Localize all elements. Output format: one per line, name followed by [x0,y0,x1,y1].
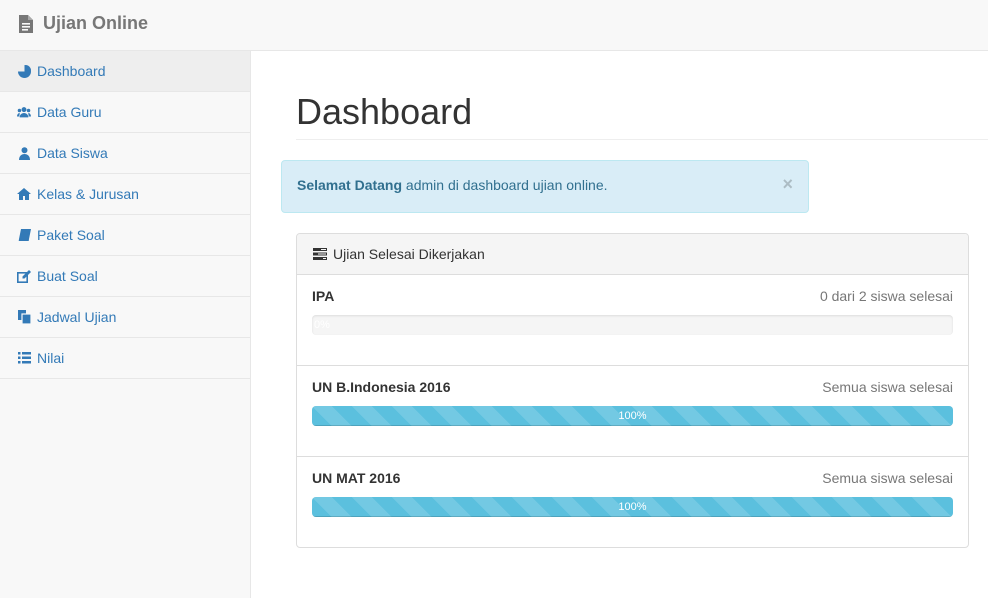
navbar: Ujian Online [0,0,988,51]
exam-status: 0 dari 2 siswa selesai [819,288,953,304]
list-item: UN MAT 2016 Semua siswa selesai 100% [297,457,968,547]
sidebar-item-label: Nilai [37,350,65,366]
page-title: Dashboard [296,91,473,132]
exam-completion-panel: Ujian Selesai Dikerjakan IPA 0 dari 2 si… [296,233,969,548]
sidebar-item-label: Dashboard [37,63,106,79]
users-icon [17,105,31,119]
list-item: UN B.Indonesia 2016 Semua siswa selesai … [297,366,968,457]
alert-text: admin di dashboard ujian online. [402,177,608,193]
exam-name: UN B.Indonesia 2016 [312,379,451,395]
panel-title: Ujian Selesai Dikerjakan [333,246,485,262]
exam-status: Semua siswa selesai [822,470,953,486]
exam-name: IPA [312,288,335,304]
welcome-alert: Selamat Datang admin di dashboard ujian … [281,160,809,213]
edit-icon [17,269,31,283]
home-icon [17,187,31,201]
sidebar-item-buat-soal[interactable]: Buat Soal [0,256,250,297]
tasks-icon [313,248,327,260]
copy-icon [17,310,31,324]
progress-fill: 100% [312,406,953,426]
sidebar-item-kelas-jurusan[interactable]: Kelas & Jurusan [0,174,250,215]
sidebar-item-label: Data Siswa [37,145,108,161]
sidebar: Dashboard Data Guru Data Siswa Kelas & J… [0,51,251,598]
sidebar-item-label: Buat Soal [37,268,98,284]
sidebar-item-label: Kelas & Jurusan [37,186,139,202]
sidebar-item-label: Data Guru [37,104,102,120]
exam-name: UN MAT 2016 [312,470,401,486]
sidebar-item-nilai[interactable]: Nilai [0,338,250,379]
list-item: IPA 0 dari 2 siswa selesai 0% [297,275,968,366]
sidebar-item-data-siswa[interactable]: Data Siswa [0,133,250,174]
panel-heading: Ujian Selesai Dikerjakan [297,234,968,275]
sidebar-item-paket-soal[interactable]: Paket Soal [0,215,250,256]
file-icon [19,14,33,33]
progress-bar: 0% [312,315,953,335]
sidebar-item-label: Jadwal Ujian [37,309,117,325]
progress-fill: 100% [312,497,953,517]
exam-status: Semua siswa selesai [822,379,953,395]
sidebar-item-jadwal-ujian[interactable]: Jadwal Ujian [0,297,250,338]
sidebar-item-dashboard[interactable]: Dashboard [0,51,250,92]
brand-link[interactable]: Ujian Online [18,13,148,34]
brand-title: Ujian Online [43,13,149,33]
title-divider [296,139,988,140]
pie-chart-icon [17,64,31,78]
progress-bar: 100% [312,406,953,426]
book-icon [17,228,31,242]
list-icon [17,351,31,365]
user-icon [17,146,31,160]
progress-label: 0% [314,319,330,331]
main-content: Dashboard Selamat Datang admin di dashbo… [251,51,988,598]
progress-bar: 100% [312,497,953,517]
sidebar-item-data-guru[interactable]: Data Guru [0,92,250,133]
sidebar-item-label: Paket Soal [37,227,105,243]
alert-strong-text: Selamat Datang [297,177,403,193]
close-icon[interactable]: × [782,175,793,193]
